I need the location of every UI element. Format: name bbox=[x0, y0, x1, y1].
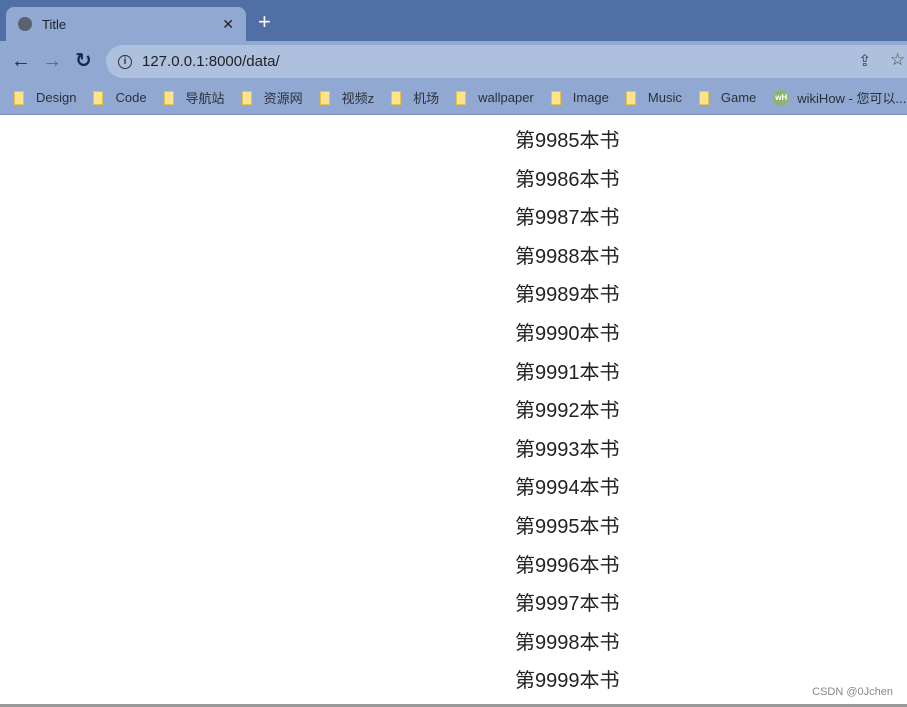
list-item: 第9997本书 bbox=[515, 593, 620, 616]
bookmark-label: Code bbox=[115, 90, 147, 105]
folder-icon bbox=[456, 90, 467, 105]
url-text[interactable]: 127.0.0.1:8000/data/ bbox=[142, 53, 280, 70]
bookmark-label: wikiHow - 您可以... bbox=[797, 91, 907, 106]
folder-icon bbox=[625, 90, 636, 105]
list-item: 第9985本书 bbox=[515, 130, 620, 152]
bookmark-label: 资源网 bbox=[263, 91, 303, 106]
bookmark-label: Image bbox=[572, 90, 609, 105]
list-item: 第9990本书 bbox=[515, 323, 620, 345]
page-content: 第9985本书 第9986本书 第9987本书 第9988本书 第9989本书 第9990… bbox=[0, 116, 907, 705]
wikihow-icon: wH bbox=[773, 89, 790, 106]
watermark: CSDN @0Jchen bbox=[812, 686, 893, 698]
info-icon[interactable]: i bbox=[118, 54, 132, 69]
list-item: 第9998本书 bbox=[515, 631, 620, 654]
folder-icon bbox=[698, 90, 709, 105]
list-item: 第9988本书 bbox=[515, 245, 620, 268]
toolbar: ← → ↻ i 127.0.0.1:8000/data/ ⇪ ☆ bbox=[0, 41, 907, 81]
bookmark-label: 视频z bbox=[341, 91, 375, 106]
list-item: 第9991本书 bbox=[515, 361, 620, 384]
bookmark-item[interactable]: 资源网 bbox=[241, 88, 303, 107]
list-item: 第9993本书 bbox=[515, 438, 620, 461]
bookmark-item[interactable]: Image bbox=[550, 90, 609, 105]
tab-title: Title bbox=[42, 16, 67, 32]
back-button[interactable]: ← bbox=[11, 49, 31, 73]
list-item: 第9995本书 bbox=[515, 516, 620, 538]
bookmark-item[interactable]: 导航站 bbox=[163, 88, 225, 107]
bookmark-item[interactable]: Code bbox=[93, 90, 147, 105]
folder-icon bbox=[391, 90, 402, 105]
close-tab-button[interactable]: ✕ bbox=[222, 16, 234, 33]
bookmark-star-icon[interactable]: ☆ bbox=[890, 50, 905, 70]
tab-strip: Title ✕ + bbox=[0, 0, 907, 41]
forward-button[interactable]: → bbox=[42, 49, 62, 73]
list-item: 第9989本书 bbox=[515, 284, 620, 307]
bookmark-item[interactable]: 机场 bbox=[391, 88, 439, 107]
bookmarks-bar: Design Code 导航站 资源网 视频z 机场 wallpaper Image Music… bbox=[0, 81, 907, 115]
list-item: 第9986本书 bbox=[515, 168, 620, 191]
folder-icon bbox=[550, 90, 561, 105]
bookmark-label: Music bbox=[647, 90, 682, 105]
list-item: 第9994本书 bbox=[515, 477, 620, 500]
globe-icon bbox=[18, 17, 32, 31]
list-item: 第9999本书 bbox=[515, 670, 620, 693]
bookmark-label: Game bbox=[720, 90, 757, 105]
bookmark-item[interactable]: Design bbox=[14, 90, 76, 105]
folder-icon bbox=[163, 90, 174, 105]
bookmark-item[interactable]: wH wikiHow - 您可以... bbox=[773, 88, 906, 107]
share-icon[interactable]: ⇪ bbox=[858, 51, 871, 71]
new-tab-button[interactable]: + bbox=[258, 10, 271, 34]
list-item: 第9987本书 bbox=[515, 207, 620, 230]
folder-icon bbox=[14, 90, 24, 105]
list-item: 第9992本书 bbox=[515, 400, 620, 423]
tab-active[interactable]: Title ✕ bbox=[6, 7, 246, 41]
folder-icon bbox=[241, 90, 252, 105]
bookmark-item[interactable]: wallpaper bbox=[456, 90, 534, 105]
reload-button[interactable]: ↻ bbox=[75, 49, 92, 73]
bookmark-label: 导航站 bbox=[185, 91, 225, 106]
bookmark-label: wallpaper bbox=[478, 90, 534, 105]
bookmark-item[interactable]: Game bbox=[698, 90, 757, 105]
list-item: 第9996本书 bbox=[515, 554, 620, 577]
bookmark-item[interactable]: 视频z bbox=[319, 88, 375, 107]
folder-icon bbox=[93, 90, 104, 105]
bookmark-label: 机场 bbox=[413, 91, 440, 106]
address-bar[interactable]: i 127.0.0.1:8000/data/ ⇪ ☆ bbox=[106, 45, 907, 78]
folder-icon bbox=[319, 90, 330, 105]
bookmark-item[interactable]: Music bbox=[625, 90, 682, 105]
bookmark-label: Design bbox=[36, 90, 77, 105]
